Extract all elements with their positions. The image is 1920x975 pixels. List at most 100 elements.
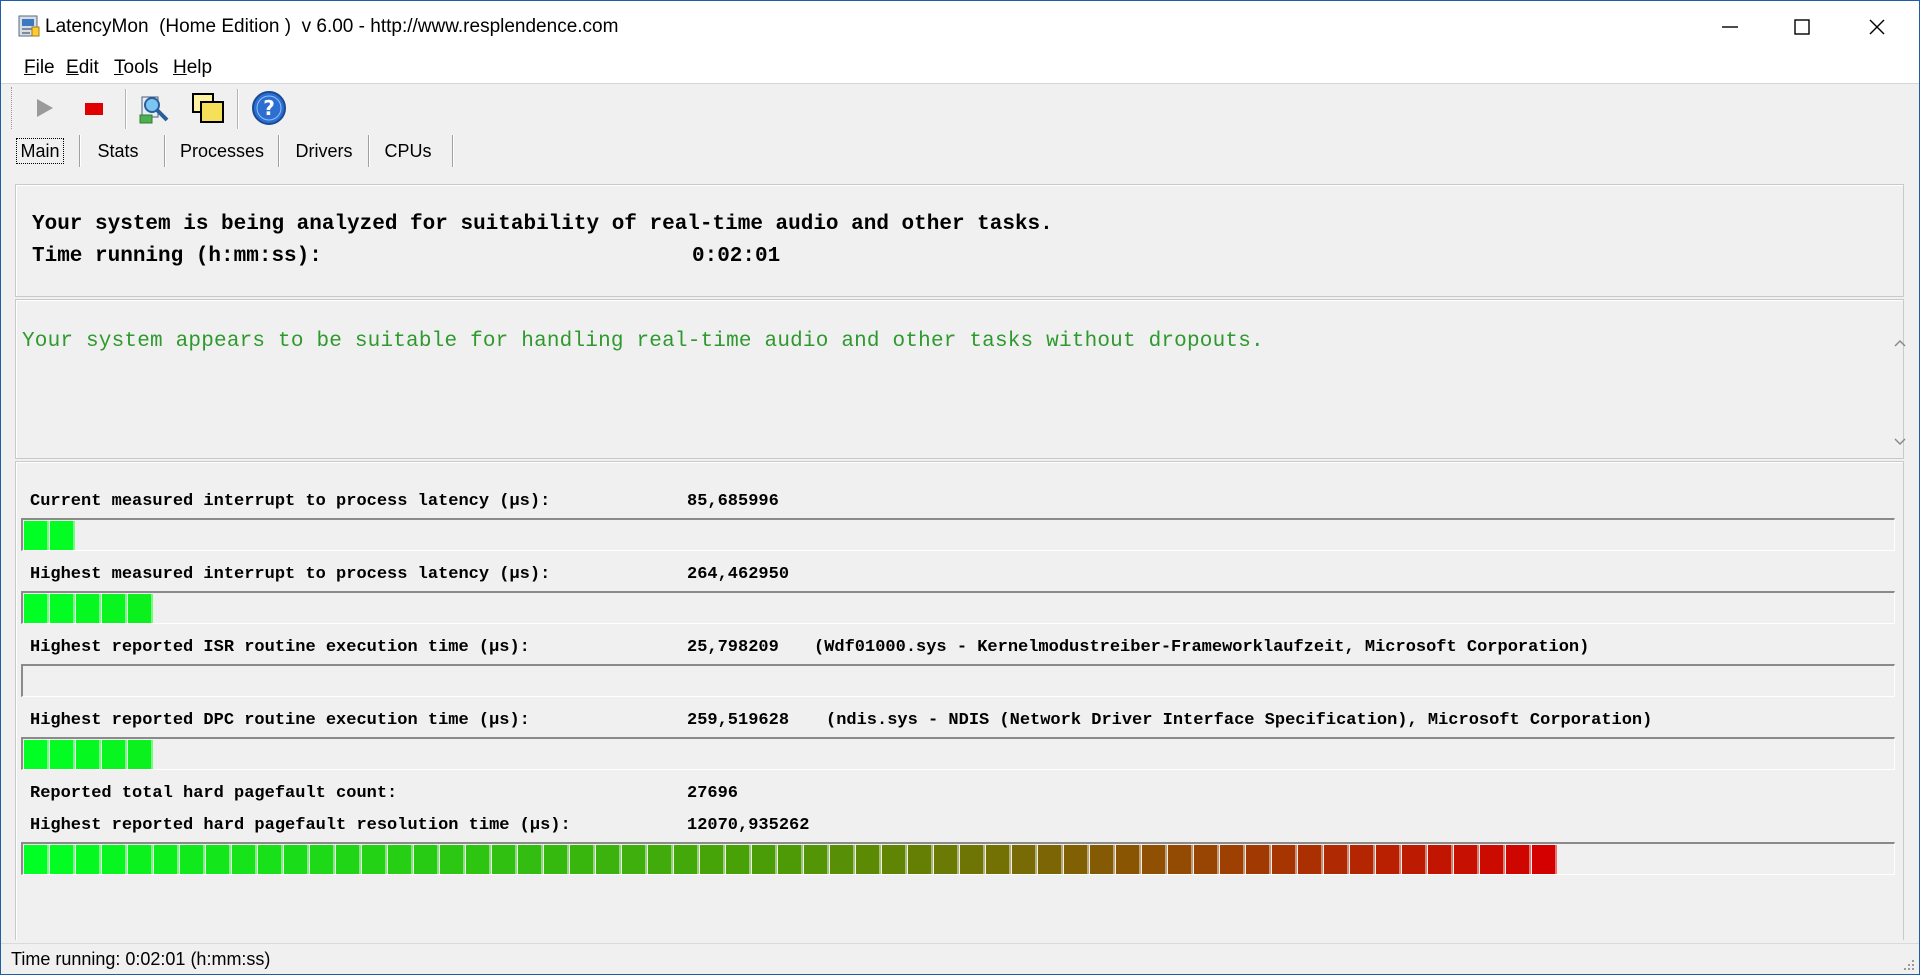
scroll-up-icon[interactable] — [1892, 336, 1908, 350]
windows-icon — [192, 93, 224, 123]
menu-tools-label: ools — [123, 57, 159, 78]
meter-segment — [1402, 845, 1427, 874]
meter-segment — [1454, 845, 1479, 874]
meter-segment — [102, 845, 127, 874]
meter-segment — [804, 845, 829, 874]
meter-segment — [674, 845, 699, 874]
pagefault-time-label: Highest reported hard pagefault resoluti… — [30, 816, 571, 835]
meter-segment — [128, 594, 153, 623]
conclusion-panel: Your system appears to be suitable for h… — [15, 299, 1906, 459]
menu-file[interactable]: File — [24, 57, 55, 79]
meter-segment — [362, 845, 387, 874]
tab-stats[interactable]: Stats — [87, 135, 149, 167]
meter-segment — [700, 845, 725, 874]
tab-stats-label: Stats — [97, 141, 139, 161]
scroll-down-icon[interactable] — [1892, 435, 1908, 449]
maximize-button[interactable] — [1766, 1, 1838, 53]
dpc-value: 259,519628 — [687, 711, 790, 730]
dpc-driver: (ndis.sys - NDIS (Network Driver Interfa… — [826, 711, 1653, 730]
tab-processes[interactable]: Processes — [174, 135, 270, 167]
meter-segment — [24, 740, 49, 769]
meter-segment — [440, 845, 465, 874]
meter-segment — [882, 845, 907, 874]
dpc-label: Highest reported DPC routine execution t… — [30, 711, 530, 730]
conclusion-message: Your system appears to be suitable for h… — [22, 330, 1264, 353]
meter-segment — [544, 845, 569, 874]
latencymon-app-icon — [18, 15, 40, 37]
meter-segment — [908, 845, 933, 874]
meter-segment — [24, 521, 49, 550]
toolbar-grip[interactable] — [11, 87, 15, 129]
dpc-meter — [21, 737, 1895, 770]
meter-segment — [102, 594, 127, 623]
menu-edit[interactable]: Edit — [66, 57, 99, 79]
meter-segment — [1090, 845, 1115, 874]
title-bar[interactable]: LatencyMon (Home Edition ) v 6.00 - http… — [1, 1, 1919, 53]
toolbar-separator — [125, 89, 127, 129]
current-latency-meter — [21, 518, 1895, 551]
meter-segment — [206, 845, 231, 874]
meter-segment — [518, 845, 543, 874]
meter-segment — [466, 845, 491, 874]
meter-segment — [752, 845, 777, 874]
tab-separator — [278, 135, 280, 167]
meter-segment — [1064, 845, 1089, 874]
minimize-icon — [1722, 26, 1738, 28]
pagefault-count-value: 27696 — [687, 784, 739, 803]
meter-segment — [1298, 845, 1323, 874]
stop-icon — [85, 103, 103, 115]
meter-segment — [388, 845, 413, 874]
status-text: Time running: 0:02:01 (h:mm:ss) — [11, 949, 271, 969]
meter-segment — [50, 845, 75, 874]
meter-segment — [50, 594, 75, 623]
menu-file-label: ile — [35, 57, 55, 78]
minimize-button[interactable] — [1694, 1, 1766, 53]
isr-driver: (Wdf01000.sys - Kernelmodustreiber-Frame… — [814, 638, 1590, 657]
meter-segment — [778, 845, 803, 874]
window-title: LatencyMon (Home Edition ) v 6.00 - http… — [45, 16, 619, 37]
tab-cpus[interactable]: CPUs — [375, 135, 441, 167]
svg-text:?: ? — [263, 96, 275, 120]
meter-segment — [960, 845, 985, 874]
windows-button[interactable] — [189, 89, 227, 127]
tab-main[interactable]: Main — [8, 135, 72, 167]
menu-help[interactable]: Help — [173, 57, 212, 79]
meter-segment — [1376, 845, 1401, 874]
help-button[interactable]: ? — [250, 89, 288, 127]
meter-segment — [1142, 845, 1167, 874]
highest-latency-meter — [21, 591, 1895, 624]
meter-segment — [1506, 845, 1531, 874]
isr-label: Highest reported ISR routine execution t… — [30, 638, 530, 657]
latencymon-window: LatencyMon (Home Edition ) v 6.00 - http… — [0, 0, 1920, 975]
meter-segment — [1324, 845, 1349, 874]
tab-cpus-label: CPUs — [384, 141, 432, 161]
meter-segment — [1272, 845, 1297, 874]
tab-separator — [452, 135, 454, 167]
maximize-icon — [1794, 19, 1810, 35]
menu-tools[interactable]: Tools — [114, 57, 158, 79]
meter-segment — [1350, 845, 1375, 874]
meter-segment — [128, 845, 153, 874]
analysis-line: Your system is being analyzed for suitab… — [32, 213, 1053, 236]
meter-segment — [830, 845, 855, 874]
tab-drivers[interactable]: Drivers — [286, 135, 362, 167]
meter-segment — [1532, 845, 1557, 874]
meter-segment — [414, 845, 439, 874]
menu-tools-accel: T — [114, 57, 124, 78]
meter-segment — [102, 740, 127, 769]
close-icon — [1869, 19, 1885, 35]
resize-grip-icon[interactable] — [1901, 957, 1915, 971]
meter-segment — [76, 845, 101, 874]
meter-segment — [1012, 845, 1037, 874]
pagefault-time-meter — [21, 842, 1895, 875]
menu-help-label: elp — [186, 57, 213, 78]
meter-segment — [570, 845, 595, 874]
analyze-button[interactable] — [136, 89, 174, 127]
start-button[interactable] — [25, 89, 63, 127]
meter-segment — [232, 845, 257, 874]
meter-segment — [622, 845, 647, 874]
tab-main-label: Main — [16, 138, 64, 164]
meter-segment — [986, 845, 1011, 874]
close-button[interactable] — [1841, 1, 1913, 53]
stop-button[interactable] — [76, 89, 114, 127]
